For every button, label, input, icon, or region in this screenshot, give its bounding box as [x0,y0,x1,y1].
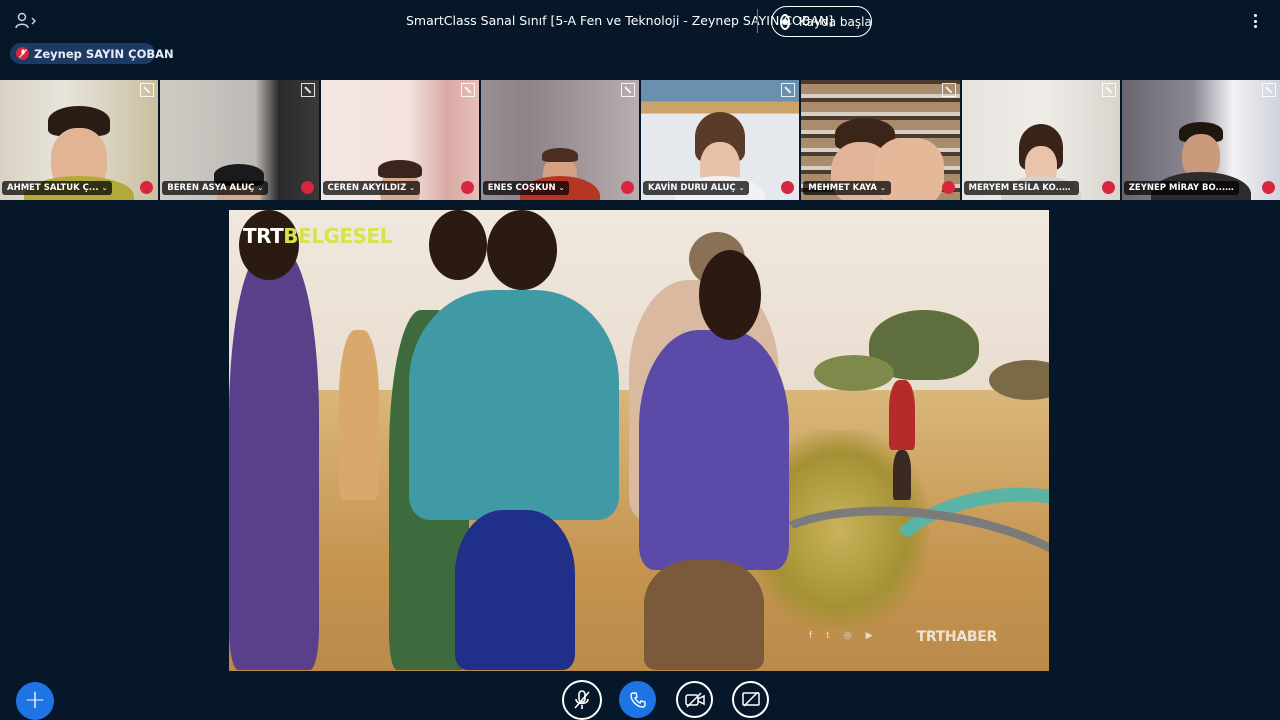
expand-icon[interactable] [140,83,155,97]
trt-haber-logo: TRTHABER [916,629,998,645]
video-person [889,380,915,450]
meeting-title: SmartClass Sanal Sınıf [5-A Fen ve Tekno… [406,13,834,28]
mic-off-icon [1101,181,1115,194]
participant-name: MEHMET KAYA ⌄ [803,181,891,195]
participant-name: BEREN ASYA ALUÇ ⌄ [162,181,269,195]
video-person-head [699,250,761,340]
participant-tile[interactable]: CEREN AKYILDIZ ⌄ [320,80,479,200]
mic-off-icon [1262,181,1275,194]
participant-tile[interactable]: AHMET SALTUK Ç... ⌄ [0,80,159,200]
record-label: Kayda başla [799,14,872,29]
phone-icon [629,691,646,708]
media-controls [562,680,772,720]
participant-strip: AHMET SALTUK Ç... ⌄ BEREN ASYA ALUÇ ⌄ CERE… [0,80,1280,200]
mic-off-icon [460,181,474,194]
add-button[interactable]: + [16,682,54,720]
video-person [893,450,911,500]
expand-icon[interactable] [300,83,315,97]
video-person [339,330,379,500]
video-tree [814,355,894,391]
mic-off-icon [300,181,314,194]
video-person [644,560,764,670]
mic-off-icon [941,181,955,194]
participant-name: ENES COŞKUN ⌄ [482,181,570,195]
start-recording-button[interactable]: Kayda başla [771,6,872,37]
presenter-name: Zeynep SAYIN ÇOBAN [34,46,174,61]
participant-tile[interactable]: MEHMET KAYA ⌄ [801,80,960,200]
mic-off-icon [621,181,634,194]
video-person-head [429,210,487,280]
mute-toggle-button[interactable] [562,680,602,720]
plus-icon: + [24,685,46,715]
leave-call-button[interactable] [619,681,656,718]
participant-name: AHMET SALTUK Ç... ⌄ [2,181,113,195]
expand-icon[interactable] [460,83,475,97]
video-person [455,510,575,670]
expand-icon[interactable] [941,83,956,97]
participant-name: MERYEM ESİLA KO... ⌄ [963,181,1079,195]
participant-name: CEREN AKYILDIZ ⌄ [322,181,421,195]
presenter-chip[interactable]: Zeynep SAYIN ÇOBAN [10,43,174,64]
expand-icon[interactable] [621,83,635,97]
twitter-icon: t [826,631,830,641]
participant-tile[interactable]: ZEYNEP MİRAY BO... ⌄ [1121,80,1280,200]
facebook-icon: f [809,631,813,641]
mic-off-icon [16,47,29,60]
expand-icon[interactable] [1262,83,1276,97]
video-person [409,290,619,520]
participant-tile[interactable]: ENES COŞKUN ⌄ [480,80,639,200]
screen-share-toggle-button[interactable] [732,681,769,718]
participant-tile[interactable]: KAVİN DURU ALUÇ ⌄ [641,80,800,200]
more-vertical-icon[interactable] [1248,11,1262,31]
top-bar: SmartClass Sanal Sınıf [5-A Fen ve Tekno… [0,0,1280,42]
participant-name: ZEYNEP MİRAY BO... ⌄ [1123,181,1239,195]
video-person [229,250,319,670]
participant-name: KAVİN DURU ALUÇ ⌄ [643,181,750,195]
video-off-icon [684,691,705,708]
participant-tile[interactable]: MERYEM ESİLA KO... ⌄ [961,80,1120,200]
users-icon[interactable] [14,11,38,31]
participant-tile[interactable]: BEREN ASYA ALUÇ ⌄ [160,80,319,200]
camera-toggle-button[interactable] [676,681,713,718]
youtube-icon: ▶ [865,631,873,641]
mic-off-icon [574,690,590,709]
video-person-head [487,210,557,290]
title-divider [757,9,758,33]
expand-icon[interactable] [1101,83,1116,97]
expand-icon[interactable] [781,83,796,97]
shared-screen-video[interactable]: TRTBELGESEL f t ◎ ▶ TRTHABER [229,210,1049,671]
record-icon [780,13,790,30]
video-person [639,330,789,570]
social-icons: f t ◎ ▶ [809,631,872,641]
instagram-icon: ◎ [843,631,852,641]
screen-share-off-icon [741,691,760,707]
trt-belgesel-logo: TRTBELGESEL [243,224,392,248]
